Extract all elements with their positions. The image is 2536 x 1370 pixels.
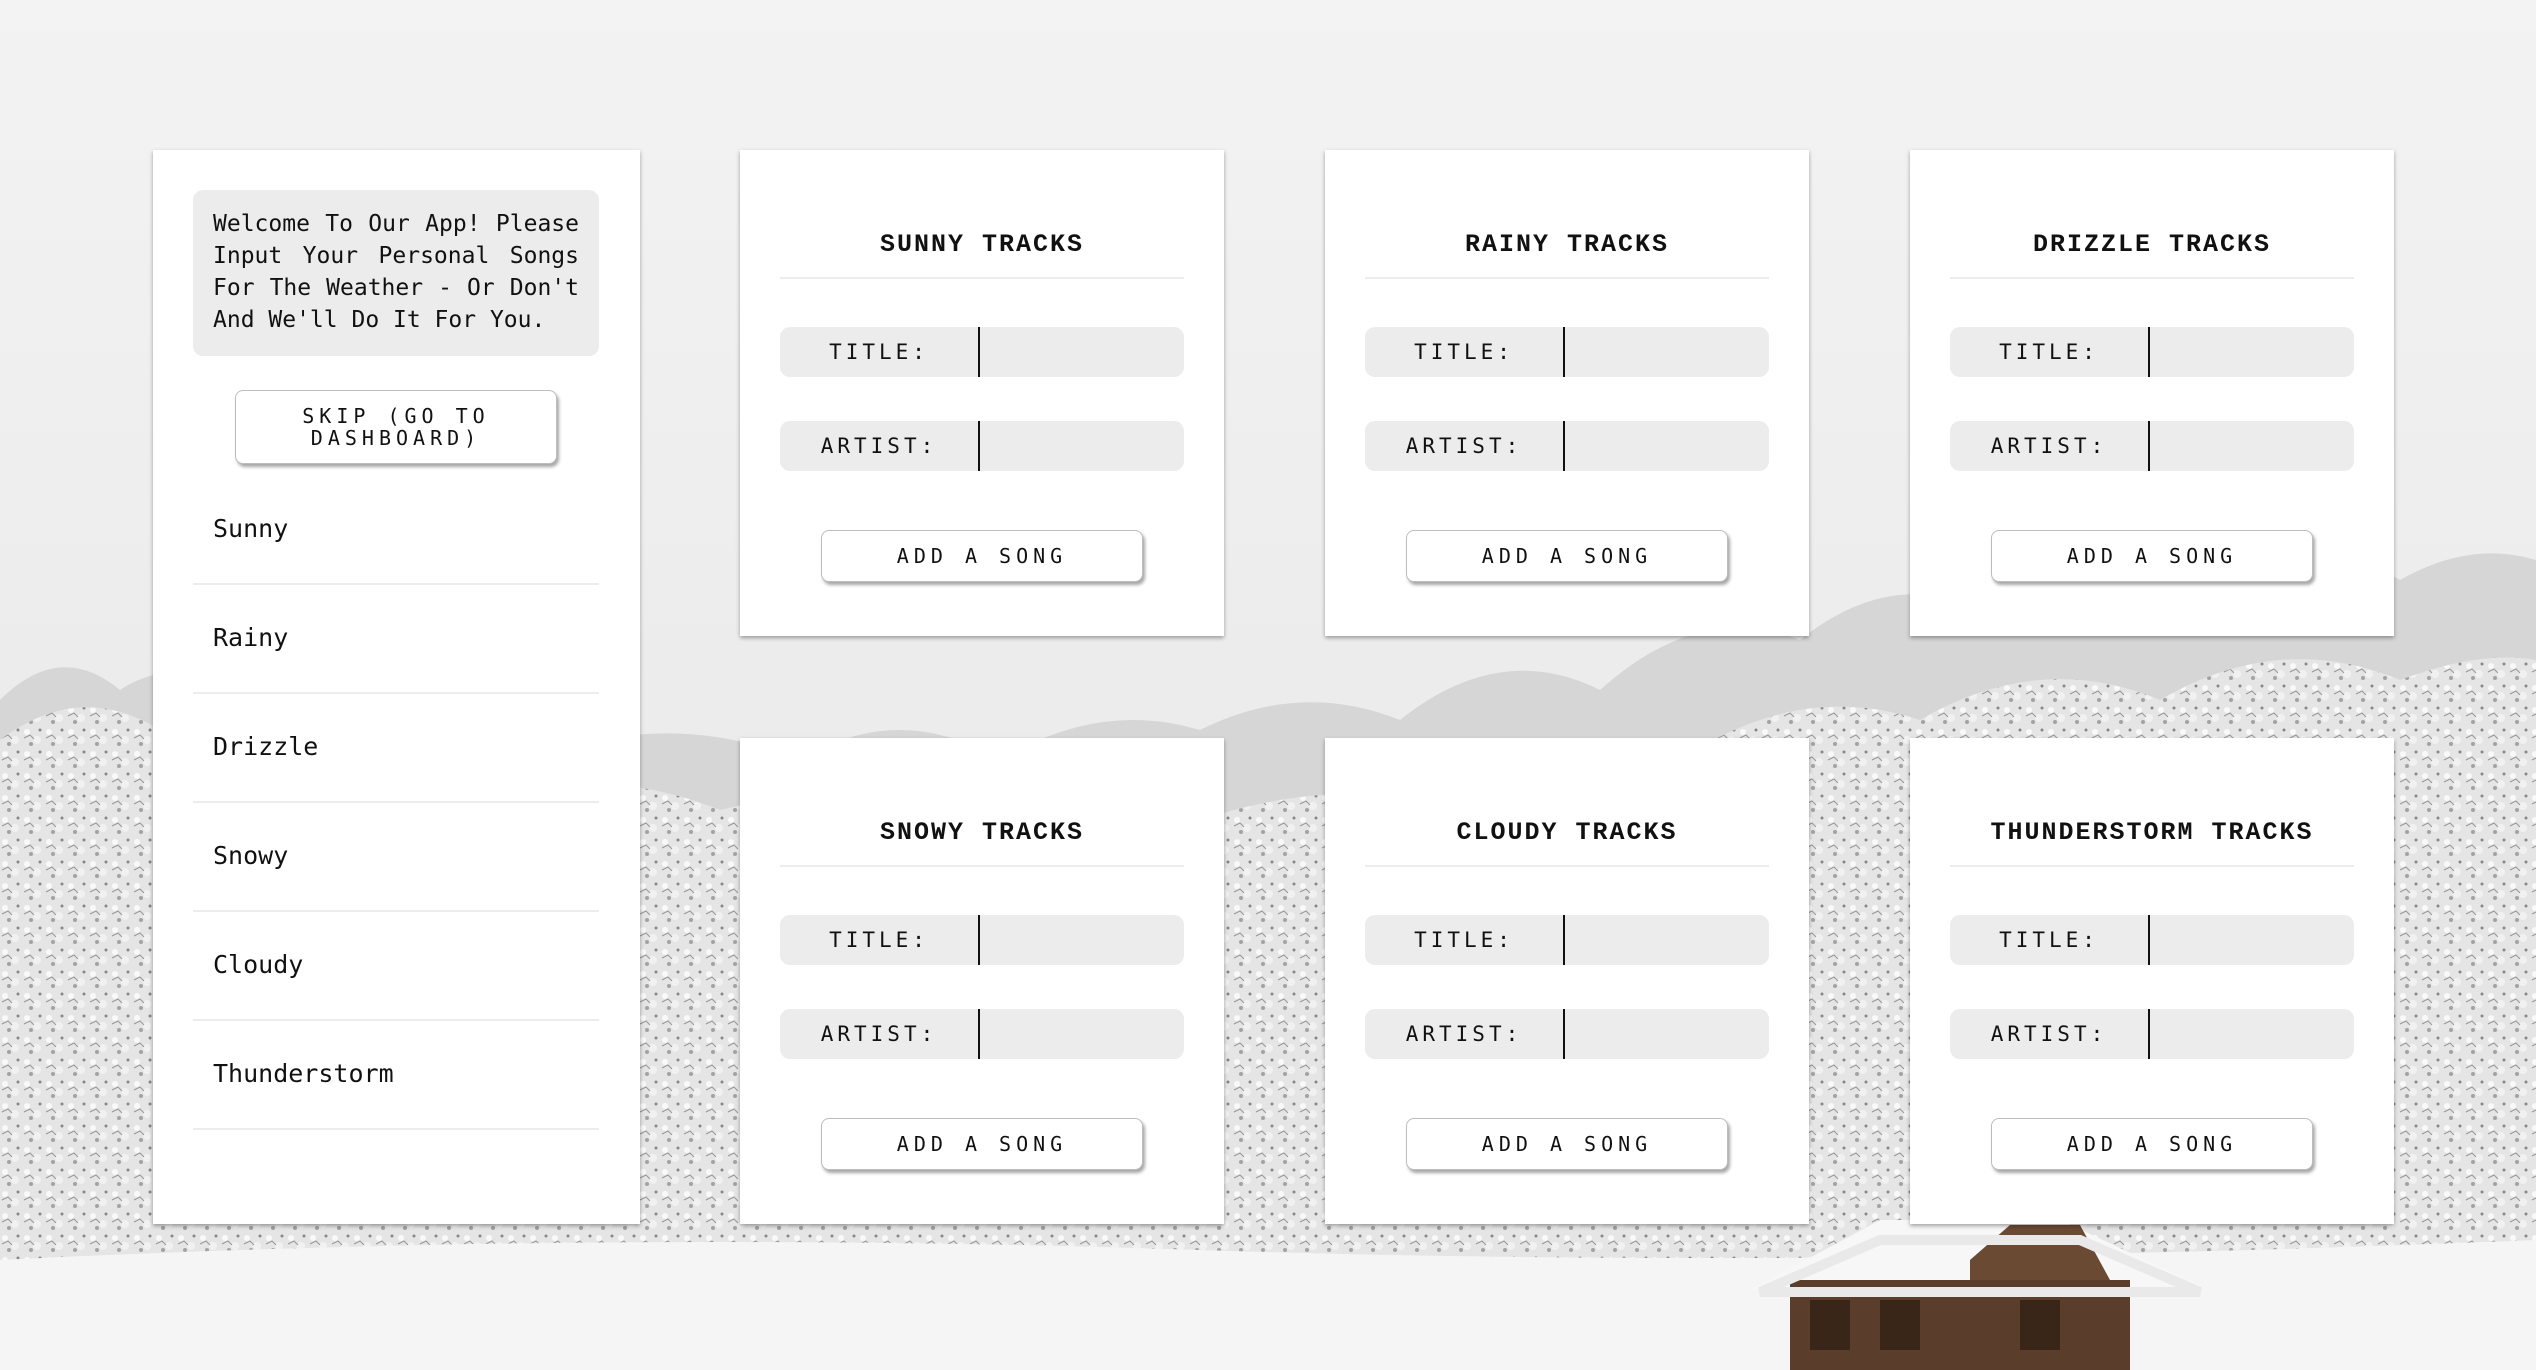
- skip-to-dashboard-button[interactable]: SKIP (GO TO DASHBOARD): [235, 390, 557, 464]
- cloudy-title-input[interactable]: [1563, 915, 1769, 965]
- sidebar-item-snowy[interactable]: Snowy: [193, 803, 599, 912]
- rainy-artist-input[interactable]: [1563, 421, 1769, 471]
- drizzle-title-input[interactable]: [2148, 327, 2354, 377]
- drizzle-tracks-card: DRIZZLE TRACKS TITLE: ARTIST: ADD A SONG: [1910, 150, 2394, 636]
- title-label: TITLE:: [1414, 340, 1514, 364]
- card-title: DRIZZLE TRACKS: [1950, 230, 2354, 279]
- artist-field: ARTIST:: [1365, 421, 1769, 471]
- drizzle-artist-input[interactable]: [2148, 421, 2354, 471]
- title-label: TITLE:: [829, 340, 929, 364]
- cloudy-artist-input[interactable]: [1563, 1009, 1769, 1059]
- title-label: TITLE:: [1414, 928, 1514, 952]
- snowy-tracks-card: SNOWY TRACKS TITLE: ARTIST: ADD A SONG: [740, 738, 1224, 1224]
- sidebar-item-rainy[interactable]: Rainy: [193, 585, 599, 694]
- snowy-artist-input[interactable]: [978, 1009, 1184, 1059]
- artist-field: ARTIST:: [780, 1009, 1184, 1059]
- sidebar-item-drizzle[interactable]: Drizzle: [193, 694, 599, 803]
- sunny-artist-input[interactable]: [978, 421, 1184, 471]
- card-title: SNOWY TRACKS: [780, 818, 1184, 867]
- title-field: TITLE:: [1950, 327, 2354, 377]
- thunderstorm-add-song-button[interactable]: ADD A SONG: [1991, 1118, 2313, 1170]
- cloudy-tracks-card: CLOUDY TRACKS TITLE: ARTIST: ADD A SONG: [1325, 738, 1809, 1224]
- artist-field: ARTIST:: [780, 421, 1184, 471]
- title-field: TITLE:: [780, 915, 1184, 965]
- sunny-title-input[interactable]: [978, 327, 1184, 377]
- welcome-message: Welcome To Our App! Please Input Your Pe…: [193, 190, 599, 356]
- artist-label: ARTIST:: [1405, 434, 1523, 458]
- rainy-add-song-button[interactable]: ADD A SONG: [1406, 530, 1728, 582]
- artist-field: ARTIST:: [1950, 421, 2354, 471]
- thunderstorm-tracks-card: THUNDERSTORM TRACKS TITLE: ARTIST: ADD A…: [1910, 738, 2394, 1224]
- sunny-tracks-card: SUNNY TRACKS TITLE: ARTIST: ADD A SONG: [740, 150, 1224, 636]
- onboarding-sidebar: Welcome To Our App! Please Input Your Pe…: [153, 150, 640, 1224]
- thunderstorm-title-input[interactable]: [2148, 915, 2354, 965]
- sidebar-item-thunderstorm[interactable]: Thunderstorm: [193, 1021, 599, 1130]
- artist-label: ARTIST:: [820, 1022, 938, 1046]
- artist-field: ARTIST:: [1950, 1009, 2354, 1059]
- snowy-add-song-button[interactable]: ADD A SONG: [821, 1118, 1143, 1170]
- artist-label: ARTIST:: [1990, 1022, 2108, 1046]
- rainy-tracks-card: RAINY TRACKS TITLE: ARTIST: ADD A SONG: [1325, 150, 1809, 636]
- weather-list: Sunny Rainy Drizzle Snowy Cloudy Thunder…: [193, 476, 599, 1130]
- thunderstorm-artist-input[interactable]: [2148, 1009, 2354, 1059]
- snowy-title-input[interactable]: [978, 915, 1184, 965]
- artist-label: ARTIST:: [820, 434, 938, 458]
- cloudy-add-song-button[interactable]: ADD A SONG: [1406, 1118, 1728, 1170]
- title-field: TITLE:: [1950, 915, 2354, 965]
- title-field: TITLE:: [1365, 327, 1769, 377]
- rainy-title-input[interactable]: [1563, 327, 1769, 377]
- card-title: THUNDERSTORM TRACKS: [1950, 818, 2354, 867]
- title-label: TITLE:: [1999, 928, 2099, 952]
- artist-label: ARTIST:: [1405, 1022, 1523, 1046]
- title-field: TITLE:: [1365, 915, 1769, 965]
- title-label: TITLE:: [829, 928, 929, 952]
- sidebar-item-sunny[interactable]: Sunny: [193, 476, 599, 585]
- card-title: CLOUDY TRACKS: [1365, 818, 1769, 867]
- card-title: SUNNY TRACKS: [780, 230, 1184, 279]
- artist-label: ARTIST:: [1990, 434, 2108, 458]
- sidebar-item-cloudy[interactable]: Cloudy: [193, 912, 599, 1021]
- artist-field: ARTIST:: [1365, 1009, 1769, 1059]
- title-field: TITLE:: [780, 327, 1184, 377]
- sunny-add-song-button[interactable]: ADD A SONG: [821, 530, 1143, 582]
- drizzle-add-song-button[interactable]: ADD A SONG: [1991, 530, 2313, 582]
- card-title: RAINY TRACKS: [1365, 230, 1769, 279]
- title-label: TITLE:: [1999, 340, 2099, 364]
